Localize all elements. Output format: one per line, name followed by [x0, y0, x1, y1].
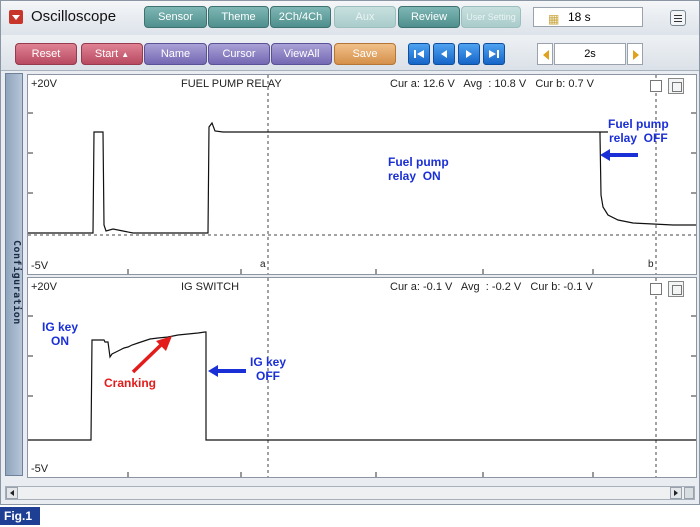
channel-1-cursor-readout: Cur a: 12.6 V Avg : 10.8 V Cur b: 0.7 V [390, 78, 595, 90]
start-dropdown-icon: ▲︎ [121, 50, 130, 59]
app-menu-icon[interactable] [9, 10, 23, 24]
scroll-right-icon [674, 490, 678, 496]
annotation-ig-key-on: IG key ON [42, 320, 79, 348]
arrow-left-icon [543, 50, 549, 60]
annotation-fuel-pump-relay-on: Fuel pump relay ON [388, 155, 449, 183]
skip-last-button[interactable] [483, 43, 505, 65]
timebase-decrease-button[interactable] [537, 43, 553, 65]
cursor-button[interactable]: Cursor [208, 43, 270, 65]
channel-2-restore-icon[interactable] [650, 283, 662, 295]
channel-1-panel: +20V FUEL PUMP RELAY Cur a: 12.6 V Avg :… [27, 74, 697, 275]
skip-last-icon [489, 50, 499, 58]
scroll-left-button[interactable] [6, 487, 18, 499]
channel-1-cursor-b-marker[interactable]: b [648, 259, 654, 270]
viewall-button[interactable]: ViewAll [271, 43, 332, 65]
horizontal-scrollbar[interactable] [5, 486, 695, 500]
timebase-value: 2s [554, 43, 626, 65]
channel-1-cursor-a-marker[interactable]: a [260, 259, 266, 270]
timebase-increase-button[interactable] [627, 43, 643, 65]
scroll-right-button[interactable] [670, 487, 682, 499]
previous-button[interactable] [433, 43, 455, 65]
previous-icon [441, 50, 447, 58]
menu-icon[interactable] [670, 10, 686, 26]
save-button[interactable]: Save [334, 43, 396, 65]
channel-1-maximize-icon[interactable] [668, 78, 684, 94]
channel-2-bottom-scale: -5V [31, 463, 49, 475]
arrow-right-icon [633, 50, 639, 60]
channel-1-bottom-scale: -5V [31, 260, 49, 272]
channel-2-maximize-icon[interactable] [668, 281, 684, 297]
skip-first-button[interactable] [408, 43, 430, 65]
arrow-up-right-red-icon [131, 336, 172, 374]
channel-2-panel: +20V IG SWITCH Cur a: -0.1 V Avg : -0.2 … [27, 277, 697, 478]
arrow-left-blue-icon [600, 149, 638, 161]
control-toolbar: Reset Start ▲︎ Name Cursor ViewAll Save … [1, 35, 699, 71]
channel-2-cursor-readout: Cur a: -0.1 V Avg : -0.2 V Cur b: -0.1 V [390, 281, 593, 293]
figure-caption: Fig.1 [0, 507, 40, 525]
start-button-label: Start [94, 48, 119, 60]
arrow-left-blue-icon [208, 365, 246, 377]
next-button[interactable] [458, 43, 480, 65]
annotation-ig-key-off: IG key OFF [250, 355, 287, 383]
reset-button[interactable]: Reset [15, 43, 77, 65]
tab-user-setting[interactable]: User Setting [461, 6, 521, 28]
next-icon [466, 50, 472, 58]
channel-2-title: IG SWITCH [181, 281, 240, 293]
tab-theme[interactable]: Theme [208, 6, 269, 28]
tab-review[interactable]: Review [398, 6, 460, 28]
tab-sensor[interactable]: Sensor [144, 6, 207, 28]
scroll-thumb[interactable] [684, 487, 694, 499]
skip-first-icon [414, 50, 424, 58]
elapsed-time-display: ▦ 18 s [533, 7, 643, 27]
annotation-fuel-pump-relay-off: Fuel pump relay OFF [608, 117, 669, 145]
start-button[interactable]: Start ▲︎ [81, 43, 143, 65]
name-button[interactable]: Name [144, 43, 207, 65]
tab-2ch-4ch[interactable]: 2Ch/4Ch [270, 6, 331, 28]
oscilloscope-window: Oscilloscope Sensor Theme 2Ch/4Ch Aux Re… [0, 0, 700, 505]
channel-1-title: FUEL PUMP RELAY [181, 78, 282, 90]
app-title: Oscilloscope [31, 8, 117, 25]
configuration-label: Configuration [11, 240, 22, 325]
annotation-cranking: Cranking [104, 376, 157, 390]
timer-icon: ▦ [548, 12, 560, 26]
top-toolbar: Oscilloscope Sensor Theme 2Ch/4Ch Aux Re… [1, 1, 699, 35]
configuration-panel-toggle[interactable]: Configuration [5, 73, 23, 476]
scroll-left-icon [10, 490, 14, 496]
channel-2-top-scale: +20V [31, 281, 57, 293]
elapsed-time-value: 18 s [568, 10, 591, 24]
channel-1-waveform [28, 75, 696, 274]
channel-1-restore-icon[interactable] [650, 80, 662, 92]
channel-1-top-scale: +20V [31, 78, 57, 90]
tab-aux[interactable]: Aux [334, 6, 396, 28]
